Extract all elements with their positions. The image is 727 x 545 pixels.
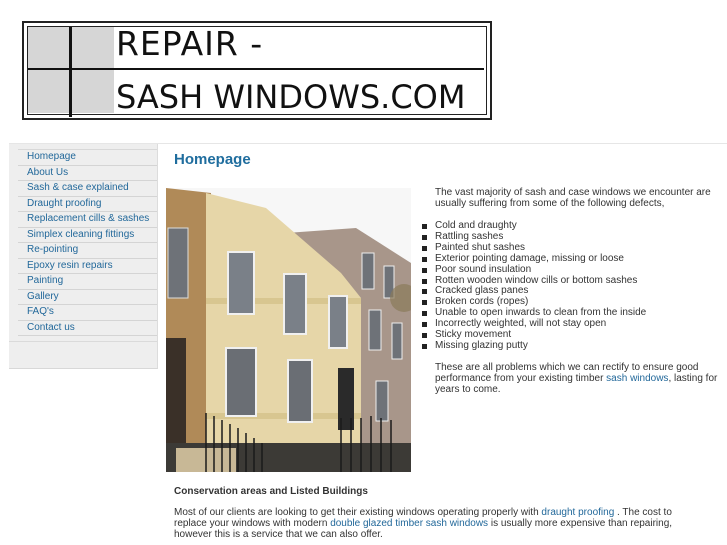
- logo-line-1: REPAIR -: [116, 24, 264, 63]
- building-photo: [166, 188, 411, 472]
- page-title: Homepage: [174, 151, 251, 168]
- sidebar-item-gallery[interactable]: Gallery: [18, 290, 157, 305]
- sidebar-item-label[interactable]: About Us: [27, 167, 68, 178]
- sidebar-item-epoxy-resin[interactable]: Epoxy resin repairs: [18, 259, 157, 274]
- window-mullion: [69, 27, 72, 117]
- conservation-heading: Conservation areas and Listed Buildings: [174, 486, 368, 497]
- defect-item: Missing glazing putty: [420, 340, 646, 352]
- sidebar-item-label[interactable]: Re-pointing: [27, 244, 78, 255]
- building-photo-image: [166, 188, 411, 472]
- sidebar-item-label[interactable]: Replacement cills & sashes: [27, 213, 149, 224]
- defect-item: Poor sound insulation: [420, 264, 646, 276]
- sidebar-item-about-us[interactable]: About Us: [18, 166, 157, 181]
- draught-proofing-link[interactable]: draught proofing: [541, 507, 614, 518]
- sidebar-item-label[interactable]: FAQ's: [27, 306, 54, 317]
- conservation-text: Most of our clients are looking to get t…: [174, 507, 704, 540]
- sidebar-item-faqs[interactable]: FAQ's: [18, 305, 157, 321]
- sidebar-item-contact-us[interactable]: Contact us: [18, 321, 157, 336]
- defects-list: Cold and draughty Rattling sashes Painte…: [420, 220, 646, 352]
- sidebar-item-re-pointing[interactable]: Re-pointing: [18, 243, 157, 259]
- sidebar-item-label[interactable]: Painting: [27, 275, 63, 286]
- sidebar-item-label[interactable]: Epoxy resin repairs: [27, 260, 113, 271]
- conservation-text-1: Most of our clients are looking to get t…: [174, 507, 542, 518]
- outro-text: These are all problems which we can rect…: [435, 362, 720, 395]
- sidebar-nav: Homepage About Us Sash & case explained …: [18, 149, 157, 336]
- sidebar-item-label[interactable]: Contact us: [27, 322, 75, 333]
- sidebar-item-label[interactable]: Gallery: [27, 291, 59, 302]
- sidebar: Homepage About Us Sash & case explained …: [9, 144, 158, 369]
- sidebar-item-label[interactable]: Sash & case explained: [27, 182, 129, 193]
- sidebar-item-label[interactable]: Draught proofing: [27, 198, 102, 209]
- sidebar-item-sash-case-explained[interactable]: Sash & case explained: [18, 181, 157, 197]
- sidebar-item-painting[interactable]: Painting: [18, 274, 157, 290]
- site-logo[interactable]: REPAIR - SASH WINDOWS.COM: [22, 21, 492, 120]
- sidebar-item-label[interactable]: Simplex cleaning fittings: [27, 229, 134, 240]
- sidebar-item-label[interactable]: Homepage: [27, 151, 76, 162]
- sidebar-divider: [9, 341, 157, 342]
- intro-text: The vast majority of sash and case windo…: [435, 187, 711, 209]
- defect-item: Exterior pointing damage, missing or loo…: [420, 253, 646, 265]
- sidebar-item-homepage[interactable]: Homepage: [18, 150, 157, 166]
- sidebar-item-simplex-cleaning[interactable]: Simplex cleaning fittings: [18, 228, 157, 243]
- logo-line-2: SASH WINDOWS.COM: [116, 78, 466, 116]
- sash-windows-link[interactable]: sash windows: [606, 373, 668, 384]
- sidebar-item-replacement-cills[interactable]: Replacement cills & sashes: [18, 212, 157, 228]
- window-transom: [28, 68, 484, 70]
- double-glazed-sash-windows-link[interactable]: double glazed timber sash windows: [330, 518, 488, 529]
- sidebar-item-draught-proofing[interactable]: Draught proofing: [18, 197, 157, 212]
